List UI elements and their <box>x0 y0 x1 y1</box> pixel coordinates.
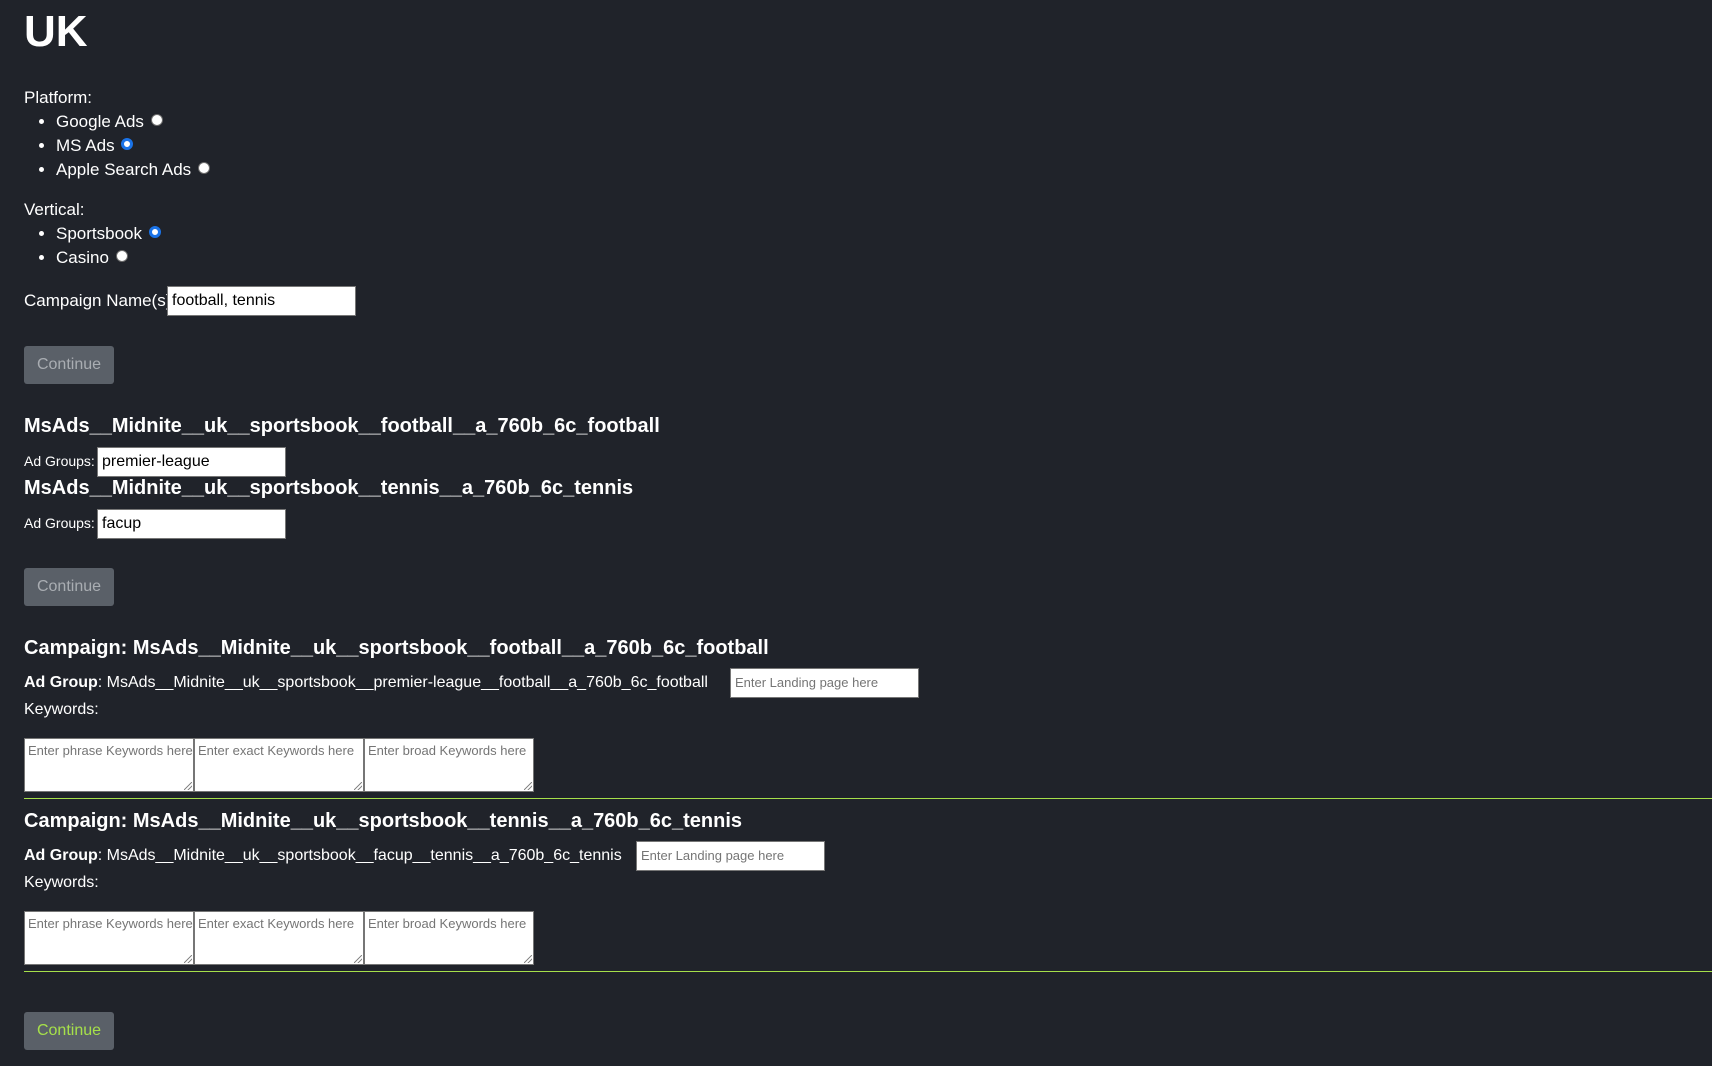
vertical-options: Sportsbook Casino <box>0 222 161 270</box>
vertical-label: Vertical: <box>24 200 85 219</box>
landing-page-input-tennis[interactable]: Enter Landing page here <box>636 841 825 871</box>
radio-apple-search-ads[interactable] <box>197 161 210 174</box>
vertical-option-sportsbook[interactable]: Sportsbook <box>56 222 161 246</box>
campaign-title-tennis: Campaign: MsAds__Midnite__uk__sportsbook… <box>24 810 743 832</box>
radio-google-ads[interactable] <box>150 113 163 126</box>
section-divider <box>24 971 1712 972</box>
continue-button-2[interactable]: Continue <box>24 568 114 606</box>
broad-keywords-textarea-tennis[interactable]: Enter broad Keywords here <box>364 911 534 965</box>
ad-groups-label-football: Ad Groups: <box>24 453 95 469</box>
platform-option-ms-ads[interactable]: MS Ads <box>56 134 210 158</box>
campaign-title-football: Campaign: MsAds__Midnite__uk__sportsbook… <box>24 637 769 659</box>
campaign-names-label: Campaign Name(s): <box>24 291 177 310</box>
vertical-option-casino[interactable]: Casino <box>56 246 161 270</box>
landing-page-input-football[interactable]: Enter Landing page here <box>730 668 919 698</box>
ad-group-section-title-football: MsAds__Midnite__uk__sportsbook__football… <box>24 415 660 437</box>
broad-keywords-textarea-football[interactable]: Enter broad Keywords here <box>364 738 534 792</box>
option-label: MS Ads <box>56 136 115 155</box>
keywords-label-tennis: Keywords: <box>24 874 99 891</box>
radio-sportsbook[interactable] <box>148 225 161 238</box>
continue-button-1[interactable]: Continue <box>24 346 114 384</box>
ad-groups-input-football[interactable]: premier-league <box>97 447 286 477</box>
ad-groups-input-tennis[interactable]: facup <box>97 509 286 539</box>
radio-ms-ads[interactable] <box>121 137 134 150</box>
section-divider <box>24 798 1712 799</box>
page: UK Platform: Google Ads MS Ads Apple Sea… <box>0 0 1712 1066</box>
ad-group-value: : MsAds__Midnite__uk__sportsbook__premie… <box>97 674 708 691</box>
phrase-keywords-textarea-football[interactable]: Enter phrase Keywords here <box>24 738 194 792</box>
option-label: Sportsbook <box>56 224 142 243</box>
campaign-names-input[interactable]: football, tennis <box>167 286 356 316</box>
radio-casino[interactable] <box>115 249 128 262</box>
ad-group-section-title-tennis: MsAds__Midnite__uk__sportsbook__tennis__… <box>24 477 634 499</box>
platform-options: Google Ads MS Ads Apple Search Ads <box>0 110 210 182</box>
platform-label: Platform: <box>24 88 93 107</box>
option-label: Google Ads <box>56 112 144 131</box>
continue-button-3[interactable]: Continue <box>24 1012 114 1050</box>
option-label: Apple Search Ads <box>56 160 192 179</box>
exact-keywords-textarea-football[interactable]: Enter exact Keywords here <box>194 738 364 792</box>
page-title: UK <box>24 7 88 56</box>
ad-group-row-tennis: Ad Group: MsAds__Midnite__uk__sportsbook… <box>24 845 622 867</box>
platform-option-google-ads[interactable]: Google Ads <box>56 110 210 134</box>
keywords-label-football: Keywords: <box>24 701 99 718</box>
option-label: Casino <box>56 248 109 267</box>
ad-group-label: Ad Group <box>24 847 98 864</box>
ad-group-value: : MsAds__Midnite__uk__sportsbook__facup_… <box>97 847 622 864</box>
ad-groups-label-tennis: Ad Groups: <box>24 515 95 531</box>
ad-group-label: Ad Group <box>24 674 98 691</box>
phrase-keywords-textarea-tennis[interactable]: Enter phrase Keywords here <box>24 911 194 965</box>
ad-group-row-football: Ad Group: MsAds__Midnite__uk__sportsbook… <box>24 672 708 694</box>
exact-keywords-textarea-tennis[interactable]: Enter exact Keywords here <box>194 911 364 965</box>
platform-option-apple-search-ads[interactable]: Apple Search Ads <box>56 158 210 182</box>
